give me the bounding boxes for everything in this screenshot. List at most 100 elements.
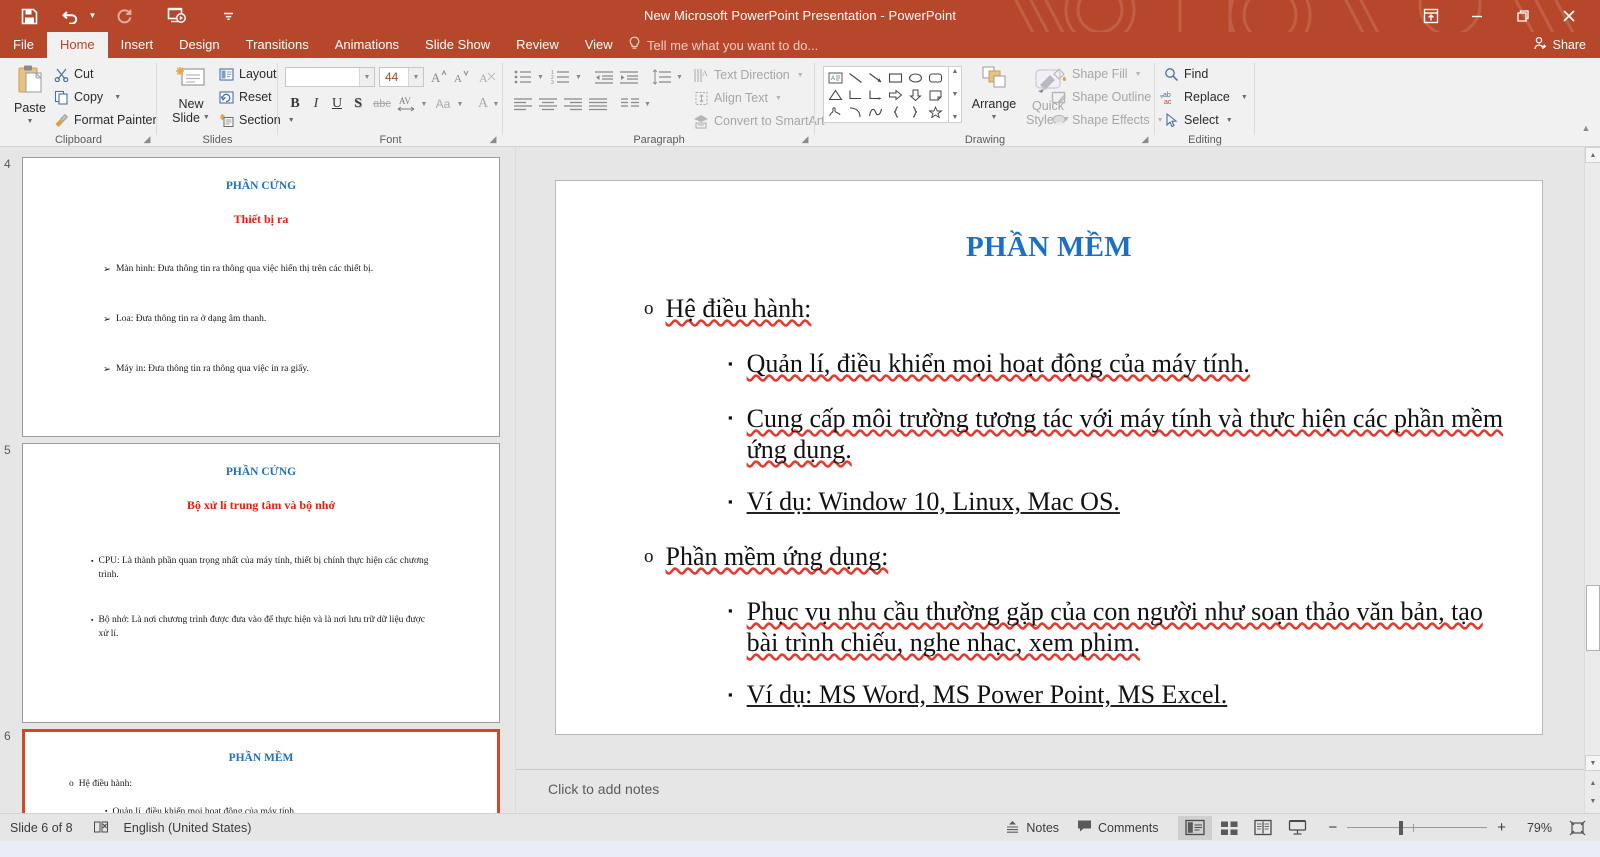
collapse-ribbon-icon[interactable]: ▲ — [1578, 120, 1594, 136]
shape-folded-corner-icon[interactable] — [925, 86, 945, 103]
undo-icon[interactable] — [56, 2, 86, 30]
thumbnail-row-6[interactable]: 6 PHẦN MỀM o Hệ điều hành: ▪ Quản lí, đi… — [0, 729, 515, 813]
slide-show-view-button[interactable] — [1280, 816, 1314, 840]
font-color-button[interactable]: A — [474, 94, 492, 114]
notes-placeholder[interactable]: Click to add notes — [548, 781, 659, 797]
zoom-level[interactable]: 79% — [1518, 821, 1552, 835]
slide-bullet-7[interactable]: ▪ Ví dụ: MS Word, MS Power Point, MS Exc… — [728, 680, 1227, 710]
tab-design[interactable]: Design — [166, 32, 232, 58]
shapes-more-icon[interactable]: ▼ — [952, 114, 959, 121]
slide-title[interactable]: PHẦN MỀM — [556, 231, 1542, 264]
strikethrough-button[interactable]: abc — [370, 94, 394, 114]
spelling-status-icon[interactable] — [93, 820, 110, 835]
align-left-button[interactable] — [511, 94, 535, 114]
shape-textbox-icon[interactable]: A — [825, 69, 845, 86]
share-button[interactable]: Share — [1525, 34, 1594, 56]
italic-button[interactable]: I — [306, 94, 326, 114]
cut-button[interactable]: Cut — [53, 66, 93, 82]
zoom-out-button[interactable]: − — [1328, 819, 1337, 836]
shape-rounded-rectangle-icon[interactable] — [925, 69, 945, 86]
ribbon-display-options-icon[interactable] — [1408, 1, 1454, 31]
text-direction-dropdown-icon[interactable]: ▼ — [797, 72, 804, 79]
paste-dropdown-icon[interactable]: ▼ — [27, 115, 34, 129]
slide-counter[interactable]: Slide 6 of 8 — [10, 821, 73, 835]
save-icon[interactable] — [14, 2, 44, 30]
shape-oval-icon[interactable] — [905, 69, 925, 86]
tab-animations[interactable]: Animations — [322, 32, 412, 58]
thumbnail-row-4[interactable]: 4 PHẦN CỨNG Thiết bị ra ➢ Màn hình: Đưa … — [0, 157, 515, 439]
clipboard-dialog-launcher-icon[interactable]: ◢ — [141, 133, 153, 145]
line-spacing-dropdown-icon[interactable]: ▼ — [674, 67, 685, 87]
tab-home[interactable]: Home — [46, 32, 108, 58]
slide-sorter-view-button[interactable] — [1212, 816, 1246, 840]
tab-insert[interactable]: Insert — [108, 32, 167, 58]
copy-button[interactable]: Copy ▼ — [53, 89, 121, 105]
paste-button[interactable]: Paste ▼ — [8, 64, 52, 129]
shapes-gallery[interactable]: A — [823, 66, 949, 123]
select-button[interactable]: Select ▼ — [1163, 112, 1233, 128]
paragraph-dialog-launcher-icon[interactable]: ◢ — [799, 133, 811, 145]
start-from-beginning-icon[interactable] — [161, 2, 191, 30]
shape-line-icon[interactable] — [845, 69, 865, 86]
underline-button[interactable]: U — [327, 94, 347, 114]
tab-transitions[interactable]: Transitions — [233, 32, 322, 58]
slide-bullet-4[interactable]: ▪ Ví dụ: Window 10, Linux, Mac OS. — [728, 487, 1120, 517]
arrange-dropdown-icon[interactable]: ▼ — [991, 111, 998, 125]
shape-outline-button[interactable]: Shape Outline ▼ — [1051, 89, 1165, 105]
slide-thumbnail-5[interactable]: PHẦN CỨNG Bộ xử lí trung tâm và bộ nhớ ▪… — [22, 443, 500, 723]
replace-dropdown-icon[interactable]: ▼ — [1241, 94, 1248, 101]
font-color-dropdown-icon[interactable]: ▼ — [491, 94, 501, 114]
line-spacing-button[interactable] — [650, 67, 674, 87]
close-icon[interactable] — [1546, 1, 1592, 31]
shape-elbow-arrow-icon[interactable] — [865, 86, 885, 103]
text-direction-button[interactable]: A Text Direction ▼ — [693, 67, 804, 83]
editor-scrollbar-thumb[interactable] — [1586, 585, 1600, 651]
customize-quick-access-toolbar-icon[interactable] — [213, 2, 243, 30]
normal-view-button[interactable] — [1178, 815, 1213, 840]
shape-arrow-icon[interactable] — [865, 69, 885, 86]
fit-slide-to-window-button[interactable] — [1560, 816, 1594, 840]
shapes-gallery-scrollbar[interactable]: ▲ ▼ ▼ — [949, 66, 962, 123]
previous-slide-icon[interactable]: ▲ — [1585, 775, 1600, 791]
slide-editor-area[interactable]: PHẦN MỀM o Hệ điều hành: ▪ Quản lí, điều… — [516, 147, 1584, 769]
select-dropdown-icon[interactable]: ▼ — [1226, 117, 1233, 124]
shape-elbow-connector-icon[interactable] — [845, 86, 865, 103]
columns-button[interactable] — [618, 94, 642, 114]
arrange-button[interactable]: Arrange ▼ — [967, 66, 1021, 125]
undo-dropdown-icon[interactable]: ▼ — [86, 2, 99, 30]
next-slide-icon[interactable]: ▼ — [1585, 793, 1600, 809]
shape-rectangle-icon[interactable] — [885, 69, 905, 86]
format-painter-button[interactable]: Format Painter — [53, 112, 157, 128]
align-center-button[interactable] — [536, 94, 560, 114]
font-dialog-launcher-icon[interactable]: ◢ — [487, 133, 499, 145]
shape-right-arrow-icon[interactable] — [885, 86, 905, 103]
increase-font-size-button[interactable]: A — [428, 67, 450, 87]
editor-scroll-down-icon[interactable]: ▼ — [1585, 755, 1600, 771]
current-slide-canvas[interactable]: PHẦN MỀM o Hệ điều hành: ▪ Quản lí, điều… — [555, 180, 1543, 735]
find-button[interactable]: Find — [1163, 66, 1208, 82]
bold-button[interactable]: B — [285, 94, 305, 114]
font-size-dropdown-icon[interactable]: ▼ — [408, 68, 423, 86]
shape-right-brace-icon[interactable] — [905, 103, 925, 120]
minimize-icon[interactable] — [1454, 1, 1500, 31]
increase-indent-button[interactable] — [617, 67, 641, 87]
shape-effects-button[interactable]: Shape Effects ▼ — [1051, 112, 1164, 128]
shape-down-arrow-icon[interactable] — [905, 86, 925, 103]
align-right-button[interactable] — [561, 94, 585, 114]
drawing-dialog-launcher-icon[interactable]: ◢ — [1139, 133, 1151, 145]
shape-left-brace-icon[interactable] — [885, 103, 905, 120]
slide-thumbnail-6[interactable]: PHẦN MỀM o Hệ điều hành: ▪ Quản lí, điều… — [22, 729, 500, 813]
bullets-button[interactable] — [511, 67, 535, 87]
slide-bullet-1[interactable]: o Hệ điều hành: — [644, 294, 811, 324]
copy-dropdown-icon[interactable]: ▼ — [114, 94, 121, 101]
tab-file[interactable]: File — [0, 32, 47, 58]
shape-star-icon[interactable] — [925, 103, 945, 120]
font-name-input[interactable]: ▼ — [285, 67, 375, 87]
numbering-dropdown-icon[interactable]: ▼ — [573, 67, 584, 87]
replace-button[interactable]: ab ac Replace ▼ — [1163, 89, 1248, 105]
notes-pane[interactable]: Click to add notes — [516, 769, 1584, 813]
zoom-slider[interactable] — [1347, 818, 1488, 838]
new-slide-dropdown-icon[interactable]: ▼ — [203, 111, 210, 125]
justify-button[interactable] — [586, 94, 610, 114]
tab-view[interactable]: View — [572, 32, 626, 58]
